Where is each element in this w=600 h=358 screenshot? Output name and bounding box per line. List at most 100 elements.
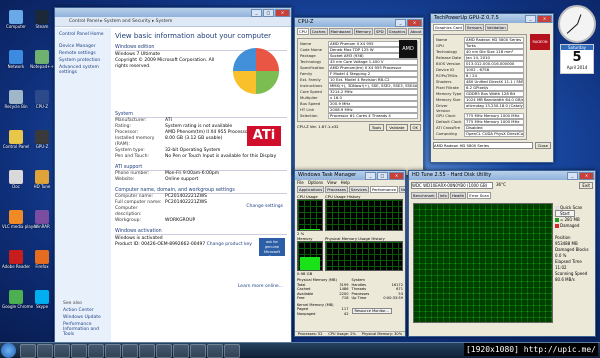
learn-more-link[interactable]: Learn more online... (238, 284, 283, 289)
taskbar-app-icon[interactable] (156, 344, 172, 358)
tab-caches[interactable]: Caches (309, 28, 328, 35)
tab-performance[interactable]: Performance (369, 186, 398, 193)
taskbar-app-icon[interactable] (139, 344, 155, 358)
desktop-icon[interactable]: VLC media player (2, 210, 37, 229)
see-also-performance[interactable]: Performance Information and Tools (59, 321, 107, 338)
cpuz-validate-button[interactable]: Validate (386, 124, 408, 131)
sidebar-item-device-manager[interactable]: Device Manager (55, 43, 111, 50)
taskbar-app-icon[interactable] (88, 344, 104, 358)
hdtune-exit-button[interactable]: Exit (579, 182, 593, 189)
close-icon[interactable]: ✕ (389, 172, 404, 180)
clock-widget[interactable] (558, 5, 596, 43)
calendar-date: 5 (572, 50, 582, 65)
gpuz-titlebar[interactable]: TechPowerUp GPU-Z 0.7.5 _ ✕ (431, 14, 553, 23)
desktop-icon[interactable]: WinRAR (28, 210, 56, 229)
tab-spd[interactable]: SPD (374, 28, 386, 35)
desktop-icon[interactable]: Google Chrome (2, 290, 33, 309)
see-also-windows-update[interactable]: Windows Update (59, 314, 107, 321)
sidebar-item-home[interactable]: Control Panel Home (55, 31, 111, 38)
desktop-icon[interactable]: Recycle Bin (2, 90, 30, 109)
taskbar-app-icon[interactable] (105, 344, 121, 358)
taskbar-hdtune-icon[interactable] (224, 344, 240, 358)
change-settings-link[interactable]: Change settings (246, 204, 283, 209)
taskbar-explorer-icon[interactable] (37, 344, 53, 358)
taskmgr-titlebar[interactable]: Windows Task Manager _ □ ✕ (295, 171, 405, 180)
desktop-icon[interactable]: Firefox (28, 250, 56, 269)
sidebar-item-advanced[interactable]: Advanced system settings (55, 64, 111, 76)
desktop-icon[interactable]: Steam (28, 10, 56, 29)
taskbar-taskmgr-icon[interactable] (207, 344, 223, 358)
desktop-icon[interactable]: Skype (28, 290, 56, 309)
close-icon[interactable]: ✕ (579, 172, 594, 180)
menu-item-file[interactable]: File (297, 180, 304, 185)
start-button[interactable]: Start (555, 210, 575, 217)
tab-info[interactable]: Info (437, 192, 449, 199)
gpuz-title: TechPowerUp GPU-Z 0.7.5 (434, 15, 499, 21)
tab-sensors[interactable]: Sensors (464, 24, 484, 31)
tab-graphics[interactable]: Graphics (386, 28, 408, 35)
resource-monitor-button[interactable]: Resource Monitor... (351, 307, 392, 314)
sidebar-item-remote[interactable]: Remote settings (55, 50, 111, 57)
desktop-icon[interactable]: Adobe Reader (2, 250, 30, 269)
system-titlebar[interactable]: _ □ ✕ (55, 8, 291, 17)
taskbar-firefox-icon[interactable] (71, 344, 87, 358)
menu-item-options[interactable]: Options (308, 180, 323, 185)
maximize-icon[interactable]: □ (263, 9, 274, 17)
gpuz-card-select[interactable]: AMD Radeon HD 5800 Series (433, 142, 533, 149)
cpuz-row: Selection Processor #1 Cores 4 Threads 4 (300, 113, 418, 119)
see-also-action-center[interactable]: Action Center (59, 307, 107, 314)
tab-graphics-card[interactable]: Graphics Card (433, 24, 464, 31)
taskbar-app-icon[interactable] (122, 344, 138, 358)
taskbar-media-icon[interactable] (54, 344, 70, 358)
maximize-icon[interactable]: □ (377, 172, 388, 180)
desktop-icon[interactable]: Control Panel (2, 130, 30, 149)
tab-validation[interactable]: Validation (484, 24, 508, 31)
hdtune-titlebar[interactable]: HD Tune 2.55 - Hard Disk Utility _ ✕ (409, 171, 595, 180)
tab-networking[interactable]: Networking (399, 186, 405, 193)
drive-select[interactable]: WDC WD10EARX-00N0YB0 (1000 GB) (411, 182, 493, 189)
address-bar[interactable]: Control Panel ▸ System and Security ▸ Sy… (55, 17, 291, 27)
cpuz-tools-button[interactable]: Tools (368, 124, 385, 131)
desktop-icon[interactable]: CPU-Z (28, 90, 56, 109)
menu-item-view[interactable]: View (327, 180, 337, 185)
gpuz-close-button[interactable]: Close (534, 142, 551, 149)
tab-memory[interactable]: Memory (353, 28, 374, 35)
change-product-key-link[interactable]: Change product key (207, 242, 252, 247)
close-icon[interactable]: ✕ (407, 19, 422, 27)
desktop-icon[interactable]: Network (2, 50, 30, 69)
minimize-icon[interactable]: _ (251, 9, 262, 17)
taskbar-gpuz-icon[interactable] (190, 344, 206, 358)
cpuz-titlebar[interactable]: CPU-Z _ ✕ (295, 18, 423, 27)
tab-benchmark[interactable]: Benchmark (411, 192, 437, 199)
sidebar-item-protection[interactable]: System protection (55, 57, 111, 64)
minimize-icon[interactable]: _ (525, 15, 536, 23)
close-icon[interactable]: ✕ (537, 15, 552, 23)
desktop-icon[interactable]: Computer (2, 10, 30, 29)
desktop-icon[interactable]: Doc (2, 170, 30, 189)
tab-cpu[interactable]: CPU (297, 28, 309, 35)
taskbar-cpuz-icon[interactable] (173, 344, 189, 358)
minimize-icon[interactable]: _ (365, 172, 376, 180)
desktop-icon[interactable]: HD Tune (28, 170, 56, 189)
taskbar-ie-icon[interactable] (20, 344, 36, 358)
tab-applications[interactable]: Applications (297, 186, 325, 193)
start-button[interactable] (1, 343, 16, 358)
minimize-icon[interactable]: _ (395, 19, 406, 27)
cpu-history-graph (325, 199, 403, 231)
tab-services[interactable]: Services (348, 186, 369, 193)
desktop-icon[interactable]: GPU-Z (28, 130, 56, 149)
cpuz-version: CPU-Z Ver. 1.67.1.x32 (297, 124, 339, 129)
tab-processes[interactable]: Processes (325, 186, 348, 193)
cpu-usage-gauge (297, 199, 323, 231)
tab-error-scan[interactable]: Error Scan (467, 192, 491, 199)
calendar-widget[interactable]: Saturday 5 April 2014 (560, 44, 594, 74)
tab-health[interactable]: Health (449, 192, 467, 199)
menu-item-help[interactable]: Help (341, 180, 350, 185)
tab-about[interactable]: About (408, 28, 423, 35)
close-icon[interactable]: ✕ (275, 9, 290, 17)
gpuz-row: Driver Version aticmdag 13.250.18.0 (Cata… (436, 103, 524, 113)
cpuz-ok-button[interactable]: OK (409, 124, 421, 131)
tab-mainboard[interactable]: Mainboard (328, 28, 353, 35)
minimize-icon[interactable]: _ (567, 172, 578, 180)
desktop-icon[interactable]: Notepad++ (28, 50, 56, 69)
